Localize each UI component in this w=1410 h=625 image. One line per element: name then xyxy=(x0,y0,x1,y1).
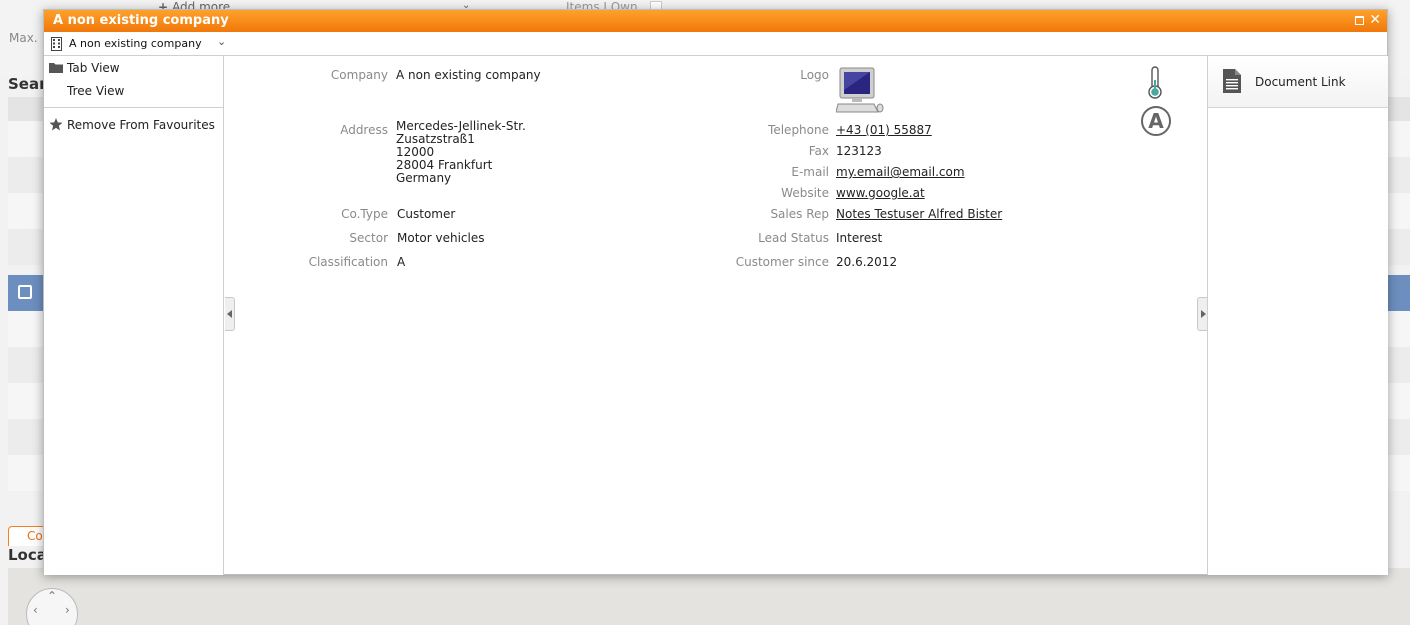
right-panel: Document Link xyxy=(1207,56,1388,575)
record-icon xyxy=(18,285,32,299)
customer-since-label: Customer since xyxy=(735,255,829,269)
document-icon xyxy=(1223,69,1241,93)
telephone-link[interactable]: +43 (01) 55887 xyxy=(836,123,932,137)
address-line: Germany xyxy=(396,171,452,185)
fax-value: 123123 xyxy=(836,144,882,158)
cotype-value: Customer xyxy=(397,207,456,221)
sidebar-item-tree-view[interactable]: Tree View xyxy=(44,80,223,102)
classification-badge-letter: A xyxy=(1148,109,1164,133)
star-icon xyxy=(49,118,63,131)
address-label: Address xyxy=(340,123,388,137)
sector-label: Sector xyxy=(349,231,388,245)
sector-value: Motor vehicles xyxy=(397,231,485,245)
map-area[interactable] xyxy=(8,568,1410,625)
sidebar-divider xyxy=(44,107,223,108)
website-label: Website xyxy=(781,186,829,200)
address-value: Mercedes-Jellinek-Str. Zusatzstraß1 1200… xyxy=(396,120,526,185)
sidebar-item-label: Tab View xyxy=(67,61,120,75)
pan-up-icon[interactable]: ⌃ xyxy=(47,589,57,603)
company-value: A non existing company xyxy=(396,68,541,82)
computer-logo-icon xyxy=(836,67,884,113)
search-heading: Sear xyxy=(8,75,47,93)
document-link-label: Document Link xyxy=(1255,75,1346,89)
sidebar-item-remove-from-favourites[interactable]: Remove From Favourites xyxy=(44,114,223,136)
logo-label: Logo xyxy=(800,68,829,82)
location-heading: Loca xyxy=(8,546,47,564)
dialog-breadcrumb-bar: A non existing company ⌄ xyxy=(44,32,1387,56)
thermometer-icon xyxy=(1148,66,1162,99)
classification-value: A xyxy=(397,255,406,269)
sidebar-item-label: Tree View xyxy=(67,84,125,98)
building-icon xyxy=(51,37,62,51)
classification-label: Classification xyxy=(308,255,388,269)
website-link[interactable]: www.google.at xyxy=(836,186,925,200)
lead-status-label: Lead Status xyxy=(758,231,829,245)
dialog-titlebar[interactable]: A non existing company ✕ xyxy=(44,10,1387,32)
folder-icon xyxy=(49,63,63,73)
sidebar-item-label: Remove From Favourites xyxy=(67,118,215,132)
close-icon[interactable]: ✕ xyxy=(1369,12,1381,28)
classification-badge-icon: A xyxy=(1141,106,1171,136)
dialog-title: A non existing company xyxy=(53,13,229,28)
cotype-label: Co.Type xyxy=(341,207,388,221)
maximize-icon[interactable] xyxy=(1355,16,1364,25)
details-panel: Company A non existing company Address M… xyxy=(225,56,1207,575)
lead-status-value: Interest xyxy=(836,231,883,245)
dialog-sidebar: Tab View Tree View Remove From Favourite… xyxy=(44,56,224,575)
sales-rep-label: Sales Rep xyxy=(770,207,829,221)
pan-left-icon[interactable]: ‹ xyxy=(33,603,38,617)
sales-rep-link[interactable]: Notes Testuser Alfred Bister xyxy=(836,207,1002,221)
email-link[interactable]: my.email@email.com xyxy=(836,165,965,179)
chevron-down-icon[interactable]: ⌄ xyxy=(217,35,226,48)
email-label: E-mail xyxy=(791,165,829,179)
document-link-button[interactable]: Document Link xyxy=(1208,56,1388,108)
telephone-label: Telephone xyxy=(768,123,829,137)
pan-right-icon[interactable]: › xyxy=(65,603,70,617)
company-label: Company xyxy=(330,68,388,82)
sidebar-item-tab-view[interactable]: Tab View xyxy=(44,57,223,79)
fax-label: Fax xyxy=(808,144,829,158)
customer-since-value: 20.6.2012 xyxy=(836,255,898,269)
breadcrumb-record[interactable]: A non existing company xyxy=(69,37,202,50)
company-dialog: A non existing company ✕ A non existing … xyxy=(43,9,1388,575)
max-label: Max. xyxy=(9,31,38,45)
